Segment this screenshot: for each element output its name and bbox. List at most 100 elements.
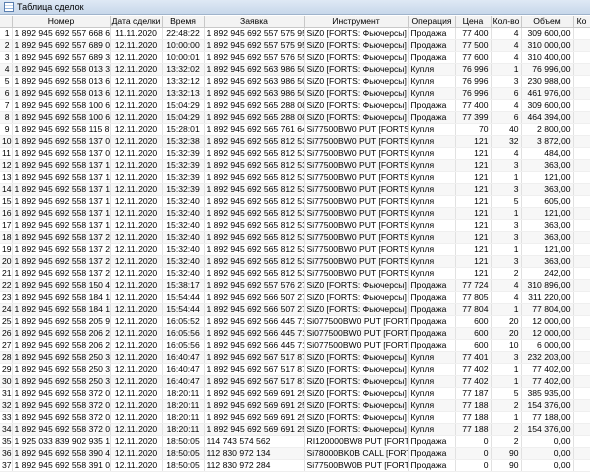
table-row[interactable]: 30 1 892 945 692 558 250 310 12.11.2020 16:… xyxy=(0,375,590,388)
cell-instrument: Si77500BW0 PUT [FORTS: Опц xyxy=(304,171,409,184)
table-row[interactable]: 23 1 892 945 692 558 184 124 12.11.2020 15:… xyxy=(0,291,590,304)
col-header-extra[interactable]: Ко xyxy=(573,16,590,28)
cell-operation: Купля xyxy=(408,387,456,400)
cell-volume: 385 935,00 xyxy=(521,387,574,400)
cell-index: 12 xyxy=(0,159,13,172)
cell-volume: 310 896,00 xyxy=(521,279,574,292)
cell-number: 1 892 945 692 558 206 270 xyxy=(12,339,111,352)
table-row[interactable]: 20 1 892 945 692 558 137 215 12.11.2020 15:… xyxy=(0,255,590,268)
table-row[interactable]: 17 1 892 945 692 558 137 169 12.11.2020 15:… xyxy=(0,219,590,232)
table-row[interactable]: 41 892 945 692 558 013 346 12.11.2020 13:3… xyxy=(0,63,590,76)
cell-volume: 242,00 xyxy=(521,267,574,280)
cell-volume: 76 996,00 xyxy=(521,63,574,76)
table-row[interactable]: 71 892 945 692 558 100 647 12.11.2020 15:0… xyxy=(0,99,590,112)
cell-time: 16:40:47 xyxy=(162,375,205,388)
table-row[interactable]: 25 1 892 945 692 558 205 971 12.11.2020 16:… xyxy=(0,315,590,328)
cell-time: 18:50:05 xyxy=(162,459,205,472)
table-row[interactable]: 13 1 892 945 692 558 137 106 12.11.2020 15:… xyxy=(0,171,590,184)
cell-date: 12.11.2020 xyxy=(110,243,163,256)
table-row[interactable]: 31 892 945 692 557 689 374 12.11.2020 10:0… xyxy=(0,51,590,64)
cell-order: 1 892 945 692 565 812 536 xyxy=(204,195,305,208)
table-row[interactable]: 26 1 892 945 692 558 206 269 12.11.2020 16:… xyxy=(0,327,590,340)
table-row[interactable]: 18 1 892 945 692 558 137 210 12.11.2020 15:… xyxy=(0,231,590,244)
cell-quantity: 1 xyxy=(491,243,522,256)
cell-order: 1 892 945 692 557 575 954 xyxy=(204,27,305,40)
cell-date: 12.11.2020 xyxy=(110,399,163,412)
col-header-date[interactable]: Дата сделки xyxy=(110,16,163,28)
cell-instrument: Si077500BW0 PUT [FORTS: Опц xyxy=(304,327,409,340)
col-header-operation[interactable]: Операция xyxy=(408,16,456,28)
cell-number: 1 892 945 692 558 137 217 xyxy=(12,267,111,280)
table-row[interactable]: 51 892 945 692 558 013 617 12.11.2020 13:3… xyxy=(0,75,590,88)
table-row[interactable]: 14 1 892 945 692 558 137 110 12.11.2020 15:… xyxy=(0,183,590,196)
cell-time: 15:38:17 xyxy=(162,279,205,292)
cell-extra xyxy=(573,375,590,388)
table-row[interactable]: 33 1 892 945 692 558 372 016 12.11.2020 18:… xyxy=(0,411,590,424)
cell-operation: Купля xyxy=(408,195,456,208)
table-row[interactable]: 21 1 892 945 692 558 137 217 12.11.2020 15:… xyxy=(0,267,590,280)
cell-number: 1 925 033 839 902 935 118 xyxy=(12,435,111,448)
col-header-quantity[interactable]: Кол-во xyxy=(491,16,522,28)
cell-number: 1 892 945 692 558 137 106 xyxy=(12,171,111,184)
table-row[interactable]: 36 1 892 945 692 558 390 405 12.11.2020 18:… xyxy=(0,447,590,460)
cell-volume: 6 000,00 xyxy=(521,339,574,352)
table-row[interactable]: 27 1 892 945 692 558 206 270 12.11.2020 16:… xyxy=(0,339,590,352)
table-row[interactable]: 91 892 945 692 558 115 890 12.11.2020 15:2… xyxy=(0,123,590,136)
cell-order: 1 892 945 692 563 986 506 xyxy=(204,87,305,100)
cell-order: 1 892 945 692 566 445 719 xyxy=(204,327,305,340)
cell-time: 18:20:11 xyxy=(162,423,205,436)
col-header-instrument[interactable]: Инструмент xyxy=(304,16,409,28)
cell-date: 12.11.2020 xyxy=(110,219,163,232)
table-row[interactable]: 15 1 892 945 692 558 137 111 12.11.2020 15:… xyxy=(0,195,590,208)
table-row[interactable]: 37 1 892 945 692 558 391 094 12.11.2020 18:… xyxy=(0,459,590,472)
table-row[interactable]: 12 1 892 945 692 558 137 105 12.11.2020 15:… xyxy=(0,159,590,172)
col-header-time[interactable]: Время xyxy=(162,16,205,28)
table-row[interactable]: 16 1 892 945 692 558 137 165 12.11.2020 15:… xyxy=(0,207,590,220)
cell-number: 1 892 945 692 558 013 678 xyxy=(12,87,111,100)
table-row[interactable]: 61 892 945 692 558 013 678 12.11.2020 13:3… xyxy=(0,87,590,100)
cell-index: 2 xyxy=(0,39,13,52)
table-row[interactable]: 81 892 945 692 558 100 648 12.11.2020 15:0… xyxy=(0,111,590,124)
cell-extra xyxy=(573,27,590,40)
cell-price: 121 xyxy=(455,147,492,160)
cell-time: 13:32:13 xyxy=(162,87,205,100)
table-row[interactable]: 22 1 892 945 692 558 150 403 12.11.2020 15:… xyxy=(0,279,590,292)
cell-order: 1 892 945 692 565 812 536 xyxy=(204,147,305,160)
table-row[interactable]: 35 1 925 033 839 902 935 118 12.11.2020 18:… xyxy=(0,435,590,448)
cell-order: 112 830 972 134 xyxy=(204,447,305,460)
table-row[interactable]: 32 1 892 945 692 558 372 015 12.11.2020 18:… xyxy=(0,399,590,412)
cell-quantity: 4 xyxy=(491,27,522,40)
table-row[interactable]: 24 1 892 945 692 558 184 125 12.11.2020 15:… xyxy=(0,303,590,316)
cell-index: 35 xyxy=(0,435,13,448)
cell-volume: 309 600,00 xyxy=(521,27,574,40)
cell-instrument: SiZ0 [FORTS: Фьючерсы] xyxy=(304,99,409,112)
table-row[interactable]: 28 1 892 945 692 558 250 308 12.11.2020 16:… xyxy=(0,351,590,364)
table-row[interactable]: 11 892 945 692 557 668 612 11.11.2020 22:4… xyxy=(0,27,590,40)
cell-date: 12.11.2020 xyxy=(110,99,163,112)
cell-number: 1 892 945 692 558 390 405 xyxy=(12,447,111,460)
cell-time: 15:32:40 xyxy=(162,195,205,208)
table-row[interactable]: 29 1 892 945 692 558 250 309 12.11.2020 16:… xyxy=(0,363,590,376)
table-row[interactable]: 10 1 892 945 692 558 137 030 12.11.2020 15:… xyxy=(0,135,590,148)
cell-instrument: SiZ0 [FORTS: Фьючерсы] xyxy=(304,363,409,376)
col-header-number[interactable]: Номер xyxy=(12,16,111,28)
col-header-index[interactable] xyxy=(0,16,13,28)
table-row[interactable]: 19 1 892 945 692 558 137 211 12.11.2020 15:… xyxy=(0,243,590,256)
cell-number: 1 892 945 692 558 206 269 xyxy=(12,327,111,340)
cell-number: 1 892 945 692 558 391 094 xyxy=(12,459,111,472)
cell-date: 12.11.2020 xyxy=(110,75,163,88)
table-row[interactable]: 31 1 892 945 692 558 372 014 12.11.2020 18:… xyxy=(0,387,590,400)
cell-quantity: 3 xyxy=(491,75,522,88)
cell-order: 1 892 945 692 566 507 278 xyxy=(204,303,305,316)
cell-quantity: 3 xyxy=(491,219,522,232)
table-row[interactable]: 11 1 892 945 692 558 137 093 12.11.2020 15:… xyxy=(0,147,590,160)
cell-order: 1 892 945 692 565 288 085 xyxy=(204,99,305,112)
cell-volume: 605,00 xyxy=(521,195,574,208)
col-header-price[interactable]: Цена xyxy=(455,16,492,28)
cell-date: 12.11.2020 xyxy=(110,447,163,460)
cell-volume: 2 800,00 xyxy=(521,123,574,136)
table-row[interactable]: 34 1 892 945 692 558 372 017 12.11.2020 18:… xyxy=(0,423,590,436)
col-header-volume[interactable]: Объем xyxy=(521,16,574,28)
col-header-order[interactable]: Заявка xyxy=(204,16,305,28)
table-row[interactable]: 21 892 945 692 557 689 066 12.11.2020 10:0… xyxy=(0,39,590,52)
